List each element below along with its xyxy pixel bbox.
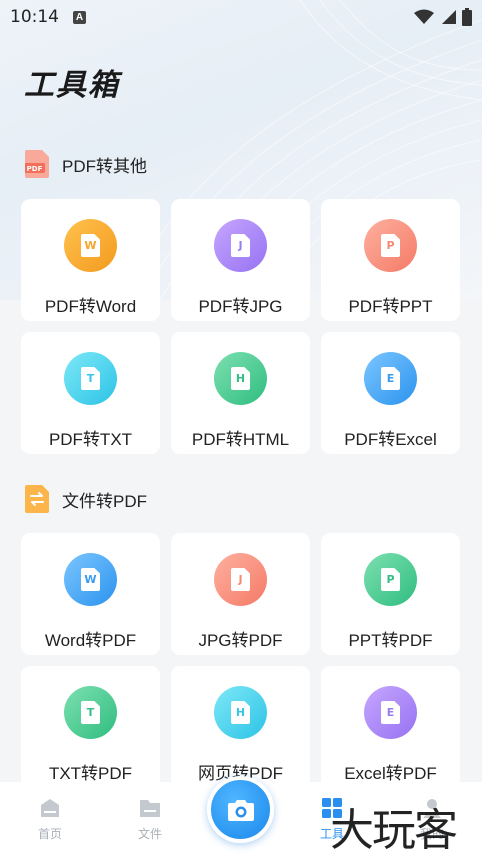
wifi-icon: [414, 9, 434, 24]
tool-label: PDF转JPG: [198, 297, 283, 316]
file-convert-icon: [24, 485, 50, 513]
tool-card-word-pdf[interactable]: W Word转PDF: [21, 533, 160, 655]
tool-label: PDF转Excel: [344, 430, 437, 449]
document-icon: W: [81, 568, 100, 591]
tool-card-excel-pdf[interactable]: E Excel转PDF: [321, 666, 460, 788]
folder-icon: [140, 800, 160, 817]
status-bar: 10:14 A: [0, 0, 482, 34]
tool-card-pdf-ppt[interactable]: P PDF转PPT: [321, 199, 460, 321]
tool-card-jpg-pdf[interactable]: J JPG转PDF: [171, 533, 310, 655]
tool-label: PDF转Word: [44, 297, 137, 316]
tool-icon-circle: E: [364, 686, 417, 739]
status-time: 10:14: [10, 7, 59, 27]
tool-card-txt-pdf[interactable]: T TXT转PDF: [21, 666, 160, 788]
tool-label: Excel转PDF: [344, 764, 437, 783]
document-icon: E: [381, 701, 400, 724]
tool-icon-circle: H: [214, 686, 267, 739]
camera-button[interactable]: [207, 776, 274, 843]
notification-icon: A: [73, 10, 86, 24]
tool-label: Word转PDF: [44, 631, 137, 650]
section-title: PDF转其他: [62, 156, 147, 176]
tool-grid-file-to-pdf: W Word转PDF J JPG转PDF P PPT转PDF T TXT转PDF H 网页转PDF…: [21, 533, 461, 788]
tool-label: JPG转PDF: [198, 631, 283, 650]
tool-icon-circle: H: [214, 352, 267, 405]
tool-label: PDF转PPT: [348, 297, 433, 316]
tool-card-pdf-excel[interactable]: E PDF转Excel: [321, 332, 460, 454]
tool-card-ppt-pdf[interactable]: P PPT转PDF: [321, 533, 460, 655]
tool-card-pdf-html[interactable]: H PDF转HTML: [171, 332, 310, 454]
nav-label: 文件: [137, 827, 162, 841]
nav-label: 首页: [37, 827, 62, 841]
tool-grid-pdf-to-other: W PDF转Word J PDF转JPG P PDF转PPT T PDF转TXT H PDF转HT…: [21, 199, 461, 454]
tool-card-pdf-jpg[interactable]: J PDF转JPG: [171, 199, 310, 321]
tool-icon-circle: J: [214, 553, 267, 606]
page-title: 工具箱: [24, 68, 120, 103]
nav-item-files[interactable]: 文件: [100, 782, 200, 856]
document-icon: J: [231, 234, 250, 257]
document-icon: P: [381, 568, 400, 591]
camera-icon: [227, 799, 254, 821]
tool-card-pdf-txt[interactable]: T PDF转TXT: [21, 332, 160, 454]
tool-label: TXT转PDF: [48, 764, 133, 783]
signal-icon: [442, 10, 456, 24]
document-icon: E: [381, 367, 400, 390]
document-icon: J: [231, 568, 250, 591]
tool-icon-circle: T: [64, 686, 117, 739]
document-icon: W: [81, 234, 100, 257]
document-icon: H: [231, 701, 250, 724]
tool-card-pdf-word[interactable]: W PDF转Word: [21, 199, 160, 321]
svg-text:PDF: PDF: [27, 165, 43, 173]
status-right: [414, 8, 472, 26]
section-title: 文件转PDF: [62, 491, 147, 511]
document-icon: P: [381, 234, 400, 257]
section-header-file-to-pdf: 文件转PDF: [24, 485, 147, 513]
tool-icon-circle: E: [364, 352, 417, 405]
tool-icon-circle: T: [64, 352, 117, 405]
nav-item-home[interactable]: 首页: [0, 782, 100, 856]
tool-label: PDF转TXT: [48, 430, 133, 449]
document-icon: T: [81, 367, 100, 390]
tool-icon-circle: P: [364, 553, 417, 606]
tool-label: PDF转HTML: [191, 430, 290, 449]
document-icon: H: [231, 367, 250, 390]
pdf-badge-icon: PDF: [24, 150, 50, 178]
tool-label: PPT转PDF: [348, 631, 433, 650]
tool-icon-circle: W: [64, 553, 117, 606]
tool-icon-circle: W: [64, 219, 117, 272]
section-header-pdf-to-other: PDF PDF转其他: [24, 150, 147, 178]
battery-icon: [462, 8, 472, 26]
tool-icon-circle: J: [214, 219, 267, 272]
tool-icon-circle: P: [364, 219, 417, 272]
watermark-text: 大玩客: [330, 805, 458, 856]
home-icon: [41, 799, 59, 817]
tool-card--pdf[interactable]: H 网页转PDF: [171, 666, 310, 788]
document-icon: T: [81, 701, 100, 724]
